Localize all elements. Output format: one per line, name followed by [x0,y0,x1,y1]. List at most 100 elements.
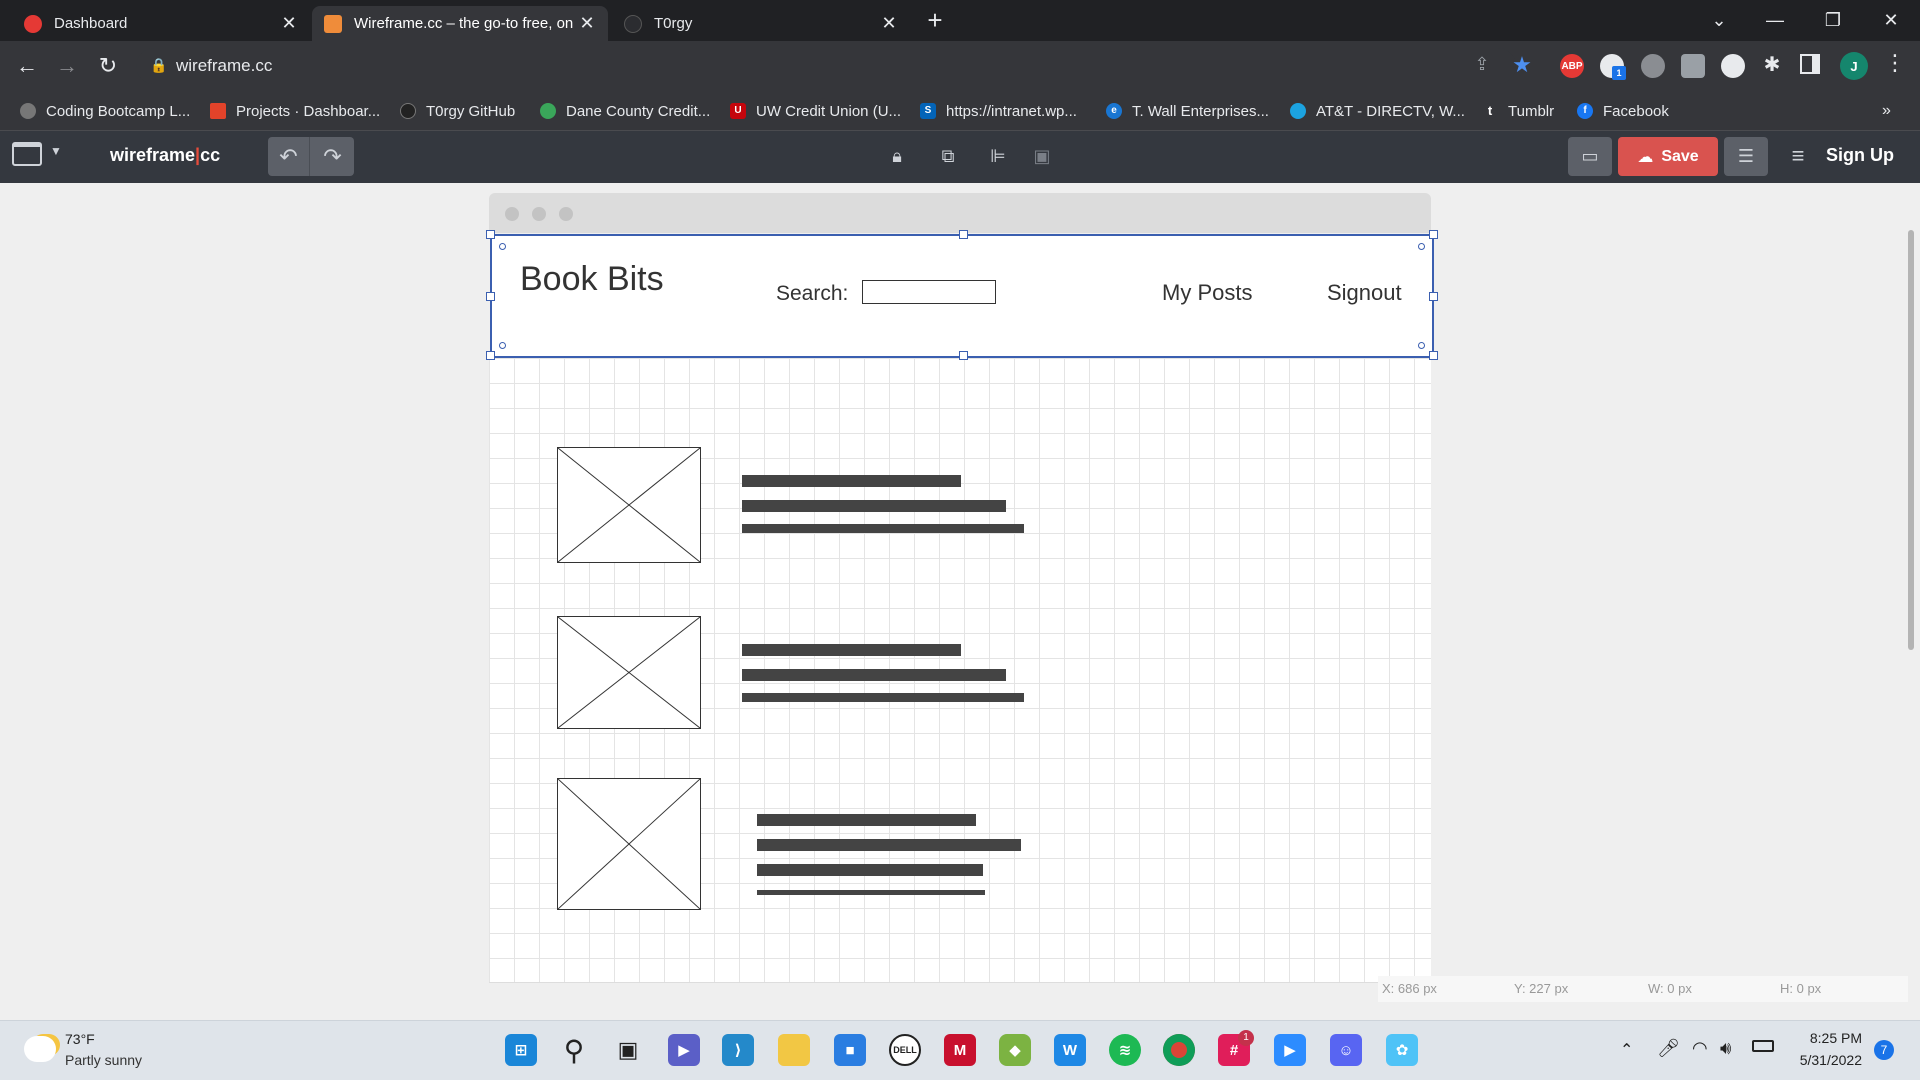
star-icon[interactable]: ★ [1510,52,1534,77]
share-icon[interactable]: ⇪ [1470,54,1494,78]
close-window-button[interactable]: ✕ [1866,4,1916,36]
resize-handle[interactable] [486,292,495,301]
new-tab-button[interactable]: + [920,7,950,34]
text-line-placeholder[interactable] [742,524,1024,533]
profile-avatar[interactable]: J [1840,52,1868,80]
corner-radius-handle[interactable] [499,342,506,349]
undo-button[interactable]: ↶ [268,137,310,176]
reload-button[interactable]: ↻ [93,52,123,80]
bookmark-item[interactable]: Shttps://intranet.wp... [920,91,1077,131]
microphone-icon[interactable]: 🎤︎ [1657,1038,1680,1059]
lock-icon[interactable]: 🔒︎ [885,144,909,168]
text-line-placeholder[interactable] [742,644,961,656]
camera-icon[interactable] [1681,54,1705,78]
bookmark-item[interactable]: AT&T - DIRECTV, W... [1290,91,1465,131]
task-view-icon[interactable]: ▣ [612,1034,644,1066]
extension-icon[interactable] [1641,54,1665,78]
image-placeholder-3[interactable] [557,778,701,910]
close-tab-icon[interactable]: ✕ [280,13,298,34]
spotify-icon[interactable]: ≋ [1109,1034,1141,1066]
resize-handle[interactable] [486,351,495,360]
file-explorer-icon[interactable] [778,1034,810,1066]
tab-search-icon[interactable]: ⌄ [1694,4,1744,36]
battery-icon[interactable] [1752,1040,1774,1052]
resize-handle[interactable] [486,230,495,239]
store-icon[interactable]: ■ [834,1034,866,1066]
text-line-placeholder[interactable] [742,475,961,487]
discord-icon[interactable]: ☺ [1330,1034,1362,1066]
wireframe-header-selected[interactable]: Book Bits Search: My Posts Signout [486,230,1438,360]
corner-radius-handle[interactable] [499,243,506,250]
image-placeholder-2[interactable] [557,616,701,729]
text-line-placeholder[interactable] [757,864,983,876]
clock-date[interactable]: 5/31/2022 [1792,1052,1862,1068]
corner-radius-handle[interactable] [1418,243,1425,250]
corner-radius-handle[interactable] [1418,342,1425,349]
sidepanel-icon[interactable] [1800,54,1820,74]
search-icon[interactable]: ⚲ [558,1034,590,1066]
app-icon[interactable]: ✿ [1386,1034,1418,1066]
text-line-placeholder[interactable] [757,839,1021,851]
close-tab-icon[interactable]: ✕ [880,13,898,34]
notification-badge[interactable]: 7 [1874,1040,1894,1060]
text-line-placeholder[interactable] [757,814,976,826]
site-title[interactable]: Book Bits [520,260,664,299]
back-button[interactable]: ← [12,52,42,80]
dell-icon[interactable]: DELL [889,1034,921,1066]
text-line-placeholder[interactable] [742,500,1006,512]
nav-my-posts[interactable]: My Posts [1162,280,1252,306]
bookmark-item[interactable]: Coding Bootcamp L... [20,91,190,131]
bookmark-item[interactable]: e T. Wall Enterprises... [1106,91,1269,131]
chevron-down-icon[interactable]: ▼ [50,144,62,158]
sign-up-link[interactable]: Sign Up [1826,145,1894,166]
url-bar[interactable]: 🔒 wireframe.cc [136,48,1516,84]
nav-signout[interactable]: Signout [1327,280,1402,306]
align-icon[interactable]: ⊫ [986,144,1010,168]
more-bookmarks-button[interactable]: » [1882,91,1891,131]
app-icon[interactable]: W [1054,1034,1086,1066]
chevron-up-icon[interactable]: ⌃ [1620,1040,1633,1060]
app-icon[interactable]: ◆ [999,1034,1031,1066]
resize-handle[interactable] [959,351,968,360]
maximize-button[interactable]: ❐ [1808,4,1858,36]
resize-handle[interactable] [1429,292,1438,301]
zoom-icon[interactable]: ▶ [1274,1034,1306,1066]
close-tab-icon[interactable]: ✕ [578,13,596,34]
bookmark-item[interactable]: T0rgy GitHub [400,91,515,131]
settings-sliders-icon[interactable]: ☰ [1724,137,1768,176]
bookmark-item[interactable]: t Tumblr [1482,91,1554,131]
window-stencil-icon[interactable] [12,142,42,166]
tab-wireframe[interactable]: Wireframe.cc – the go-to free, on ✕ [312,6,608,41]
save-button[interactable]: ☁ Save [1618,137,1718,176]
scrollbar[interactable] [1908,230,1914,650]
bookmark-item[interactable]: f Facebook [1577,91,1669,131]
windows-start-icon[interactable]: ⊞ [505,1034,537,1066]
resize-handle[interactable] [959,230,968,239]
text-line-placeholder[interactable] [757,890,985,895]
text-line-placeholder[interactable] [742,669,1006,681]
app-logo[interactable]: wireframe|cc [110,145,220,166]
puzzle-icon[interactable]: ✱ [1760,52,1784,76]
search-input[interactable] [862,280,996,304]
vscode-icon[interactable]: ⟩ [722,1034,754,1066]
comment-icon[interactable]: ▭ [1568,137,1612,176]
extension-badge-icon[interactable]: 1 [1600,54,1626,80]
resize-handle[interactable] [1429,351,1438,360]
mcafee-icon[interactable]: M [944,1034,976,1066]
group-icon[interactable]: ▣ [1030,144,1054,168]
weather-temp[interactable]: 73°F [65,1031,95,1047]
forward-button[interactable]: → [52,52,82,80]
text-line-placeholder[interactable] [742,693,1024,702]
chrome-icon[interactable] [1163,1034,1195,1066]
tab-torgy[interactable]: T0rgy ✕ [612,6,910,41]
redo-button[interactable]: ↷ [311,137,354,176]
menu-icon[interactable]: ⋮ [1884,50,1906,76]
adblock-icon[interactable]: ABP [1560,54,1584,78]
hamburger-menu-icon[interactable]: ≡ [1784,143,1812,168]
clock-time[interactable]: 8:25 PM [1802,1030,1862,1046]
extension-icon[interactable] [1721,54,1745,78]
duplicate-icon[interactable]: ⧉ [936,144,960,168]
resize-handle[interactable] [1429,230,1438,239]
bookmark-item[interactable]: U UW Credit Union (U... [730,91,901,131]
bookmark-item[interactable]: Projects · Dashboar... [210,91,380,131]
